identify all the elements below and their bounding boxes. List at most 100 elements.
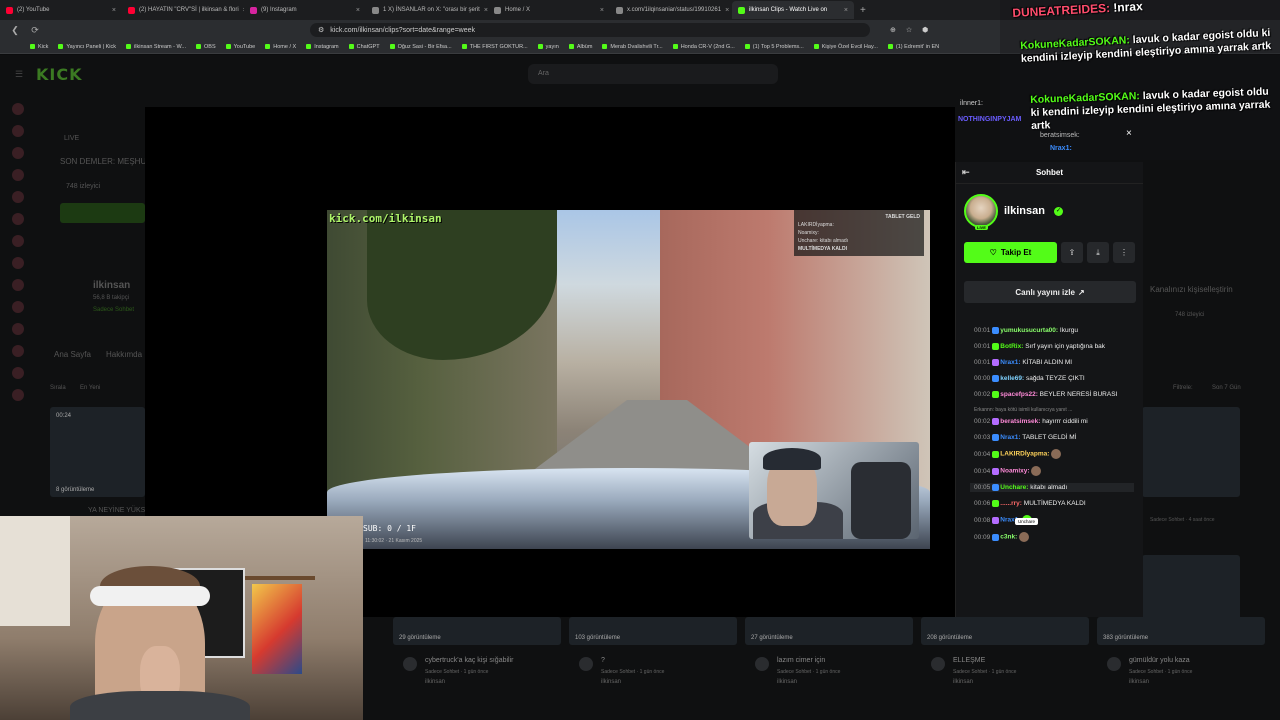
chat-username[interactable]: ......rry: bbox=[1000, 500, 1022, 507]
sidebar-avatar[interactable] bbox=[12, 125, 24, 137]
address-bar[interactable]: ⚙ kick.com/ilkinsan/clips?sort=date&rang… bbox=[310, 23, 870, 37]
sidebar-avatar[interactable] bbox=[12, 169, 24, 181]
bookmark-star-icon[interactable]: ☆ bbox=[906, 26, 912, 34]
tab-close-icon[interactable]: × bbox=[600, 7, 604, 14]
sidebar-avatar[interactable] bbox=[12, 389, 24, 401]
tab-close-icon[interactable]: × bbox=[725, 7, 729, 14]
bookmark-item[interactable]: Home / X bbox=[265, 44, 296, 50]
bg-clip-thumbnail[interactable] bbox=[50, 407, 145, 497]
bookmark-item[interactable]: Oğuz Sasi - Bir Efsa... bbox=[389, 44, 452, 50]
bookmark-item[interactable]: Merab Dvalishvili Tr... bbox=[602, 44, 663, 50]
chat-username[interactable]: Nrax1: bbox=[1000, 434, 1020, 441]
browser-tab[interactable]: ilkinsan Clips - Watch Live on × bbox=[732, 1, 854, 19]
bookmark-item[interactable]: YouTube bbox=[225, 44, 255, 50]
sidebar-avatar[interactable] bbox=[12, 301, 24, 313]
menu-icon[interactable]: ☰ bbox=[14, 69, 24, 80]
bg-clip-thumbnail-right[interactable] bbox=[1142, 407, 1240, 497]
bookmark-item[interactable]: Instagram bbox=[306, 44, 339, 50]
bg-tab-home[interactable]: Ana Sayfa bbox=[54, 350, 91, 359]
bg-filter-value[interactable]: Son 7 Gün bbox=[1212, 385, 1241, 391]
follow-button[interactable]: ♡ Takip Et bbox=[964, 242, 1057, 263]
chat-username[interactable]: c3nk: bbox=[1000, 534, 1017, 541]
sidebar-avatar[interactable] bbox=[12, 103, 24, 115]
clip-author[interactable]: ilkinsan bbox=[601, 679, 621, 685]
tab-close-icon[interactable]: × bbox=[356, 7, 360, 14]
browser-tab[interactable]: (2) HAYATIN "CRV"Sİ | ilkinsan & flori× bbox=[122, 1, 244, 19]
bookmark-item[interactable]: yayın bbox=[537, 44, 559, 50]
bg-customize-link[interactable]: Kanalınızı kişiselleştirin bbox=[1150, 285, 1233, 294]
chat-username[interactable]: kelle69: bbox=[1000, 375, 1024, 382]
clip-author-avatar[interactable] bbox=[1107, 657, 1121, 671]
chat-username[interactable]: Unchare: bbox=[1000, 484, 1028, 491]
bookmark-item[interactable]: (1) Top 5 Problems... bbox=[744, 44, 804, 50]
reload-icon[interactable]: ⟳ bbox=[30, 25, 40, 36]
chat-username[interactable]: Nrax1: bbox=[1000, 359, 1020, 366]
bookmark-item[interactable]: THE FIRST GOKTUR... bbox=[461, 44, 528, 50]
tab-close-icon[interactable]: × bbox=[112, 7, 116, 14]
clip-author-avatar[interactable] bbox=[579, 657, 593, 671]
chat-username[interactable]: BotRix: bbox=[1000, 343, 1023, 350]
browser-tab[interactable]: (9) Instagram × bbox=[244, 1, 366, 19]
sidebar-avatar[interactable] bbox=[12, 235, 24, 247]
clip-title[interactable]: gümüldür yolu kaza bbox=[1129, 657, 1190, 664]
sidebar-avatar[interactable] bbox=[12, 323, 24, 335]
bookmark-item[interactable]: Kişiye Özel Evcil Hay... bbox=[813, 44, 878, 50]
browser-tab[interactable]: x.com/1ilqinsaniar/status/19910261 × bbox=[610, 1, 732, 19]
collapse-icon[interactable]: ⇤ bbox=[962, 167, 970, 178]
bg-sort-value[interactable]: En Yeni bbox=[80, 385, 100, 391]
kick-logo[interactable]: KICK bbox=[36, 65, 83, 84]
bg-tab-about[interactable]: Hakkımda bbox=[106, 350, 142, 359]
kick-search-input[interactable]: Ara bbox=[528, 64, 778, 84]
chat-username[interactable]: spacefps22: bbox=[1000, 391, 1038, 398]
chat-username[interactable]: beratsimsek: bbox=[1000, 418, 1040, 425]
bookmark-item[interactable]: (1) Edremit' in EN bbox=[887, 44, 939, 50]
sidebar-avatar[interactable] bbox=[12, 191, 24, 203]
clip-author-avatar[interactable] bbox=[403, 657, 417, 671]
browser-tab[interactable]: Home / X × bbox=[488, 1, 610, 19]
bookmark-item[interactable]: Honda CR-V (2nd G... bbox=[672, 44, 735, 50]
chat-username[interactable]: yumukusucurta00: bbox=[1000, 327, 1058, 334]
sidebar-avatar[interactable] bbox=[12, 279, 24, 291]
bookmark-item[interactable]: ChatGPT bbox=[348, 44, 380, 50]
bookmark-item[interactable]: Albüm bbox=[568, 44, 592, 50]
zoom-icon[interactable]: ⊕ bbox=[890, 26, 896, 34]
site-info-icon[interactable]: ⚙ bbox=[318, 26, 324, 34]
browser-tab[interactable]: (2) YouTube × bbox=[0, 1, 122, 19]
clip-title[interactable]: cybertruck'a kaç kişi sığabilir bbox=[425, 657, 513, 664]
new-tab-button[interactable]: + bbox=[854, 5, 872, 16]
bg-watch-button[interactable] bbox=[60, 203, 145, 223]
clip-author[interactable]: ilkinsan bbox=[777, 679, 797, 685]
sidebar-avatar[interactable] bbox=[12, 345, 24, 357]
tab-close-icon[interactable]: × bbox=[844, 7, 848, 14]
clip-author[interactable]: ilkinsan bbox=[1129, 679, 1149, 685]
back-arrow-icon[interactable]: ❮ bbox=[10, 25, 20, 36]
clip-author-avatar[interactable] bbox=[931, 657, 945, 671]
sidebar-avatar[interactable] bbox=[12, 147, 24, 159]
more-icon[interactable]: ⋮ bbox=[1113, 242, 1135, 263]
bookmark-item[interactable]: Yayıncı Paneli | Kick bbox=[58, 44, 116, 50]
clip-author[interactable]: ilkinsan bbox=[425, 679, 445, 685]
clip-video-player[interactable]: kick.com/ilkinsan TABLET GELD LAKIRDİyap… bbox=[327, 210, 930, 549]
bookmark-item[interactable]: ilkinsan Stream - W... bbox=[126, 44, 186, 50]
clip-title[interactable]: ? bbox=[601, 657, 605, 664]
clip-title[interactable]: lazım cimer için bbox=[777, 657, 825, 664]
clip-author[interactable]: ilkinsan bbox=[953, 679, 973, 685]
emote-icon bbox=[1031, 466, 1042, 476]
overlay-close-icon[interactable]: × bbox=[1126, 128, 1132, 139]
channel-avatar[interactable]: LIVE bbox=[964, 194, 998, 230]
sidebar-avatar[interactable] bbox=[12, 367, 24, 379]
extension-icon[interactable]: ⬢ bbox=[922, 26, 928, 34]
bookmark-item[interactable]: Kick bbox=[30, 44, 48, 50]
channel-name[interactable]: ilkinsan bbox=[1004, 205, 1045, 217]
chat-username[interactable]: LAKIRDİyapma: bbox=[1000, 451, 1049, 458]
bookmark-item[interactable]: OBS bbox=[196, 44, 216, 50]
clip-title[interactable]: ELLEŞME bbox=[953, 657, 985, 664]
sidebar-avatar[interactable] bbox=[12, 257, 24, 269]
watch-live-button[interactable]: Canlı yayını izle ↗ bbox=[964, 281, 1136, 303]
clip-author-avatar[interactable] bbox=[755, 657, 769, 671]
chat-username[interactable]: Noamixy: bbox=[1000, 468, 1029, 475]
download-icon[interactable]: ⤓ bbox=[1087, 242, 1109, 263]
sidebar-avatar[interactable] bbox=[12, 213, 24, 225]
share-icon[interactable]: ⇪ bbox=[1061, 242, 1083, 263]
browser-tab[interactable]: 1 X) İNSANLAR on X: "orası bir şerit × bbox=[366, 1, 488, 19]
